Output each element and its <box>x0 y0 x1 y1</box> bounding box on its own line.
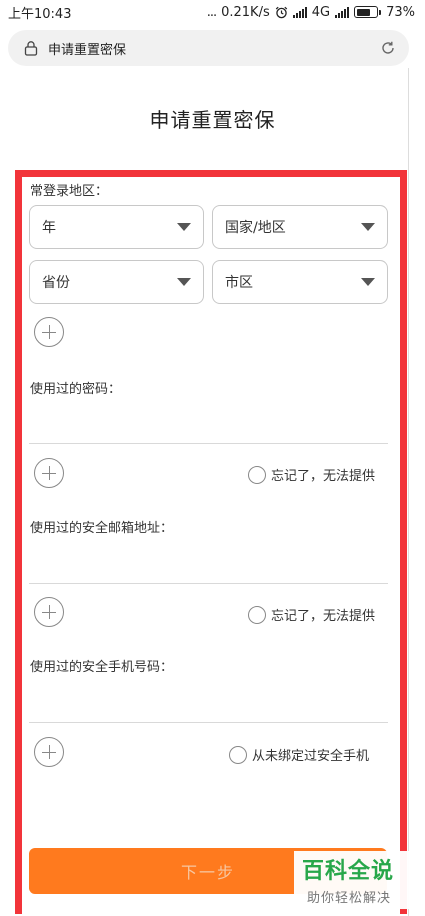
country-select-value: 国家/地区 <box>225 220 286 236</box>
radio-button[interactable] <box>248 605 266 624</box>
email-forgot-label: 忘记了，无法提供 <box>271 609 376 624</box>
email-input-line[interactable] <box>29 583 388 584</box>
page-title: 申请重置密保 <box>149 108 276 132</box>
radio-button[interactable] <box>229 745 247 764</box>
status-bar: 上午10:43 ... 0.21K/s 4G 73% <box>0 0 425 24</box>
chevron-down-icon <box>361 278 375 286</box>
signal-icon-2 <box>335 6 350 18</box>
chevron-down-icon <box>361 223 375 231</box>
network-speed: 0.21K/s <box>221 4 270 20</box>
region-label: 常登录地区： <box>30 184 109 199</box>
status-indicators: ... 0.21K/s 4G 73% <box>207 5 415 20</box>
status-time: 上午10:43 <box>8 6 72 22</box>
password-forgot-label: 忘记了，无法提供 <box>271 469 376 484</box>
chevron-down-icon <box>177 223 191 231</box>
year-select[interactable]: 年 <box>29 205 204 249</box>
add-region-button[interactable] <box>34 317 64 347</box>
city-select[interactable]: 市区 <box>212 260 388 304</box>
province-select-value: 省份 <box>42 275 70 291</box>
add-password-button[interactable] <box>34 458 64 488</box>
battery-level: 73% <box>386 4 415 20</box>
phone-never-bound-option[interactable]: 从未绑定过安全手机 <box>229 745 369 764</box>
page-edge <box>408 68 409 916</box>
year-select-value: 年 <box>42 220 56 236</box>
alarm-icon <box>275 6 287 18</box>
province-select[interactable]: 省份 <box>29 260 204 304</box>
watermark-subtitle: 助你轻松解决 <box>307 891 392 906</box>
radio-button[interactable] <box>248 465 266 484</box>
battery-icon <box>354 6 382 18</box>
watermark: 百科全说 助你轻松解决 <box>294 851 412 909</box>
watermark-title: 百科全说 <box>302 859 395 884</box>
signal-icon <box>292 6 307 18</box>
phone-label: 使用过的安全手机号码： <box>30 660 174 675</box>
password-label: 使用过的密码： <box>30 382 122 397</box>
lock-icon <box>24 41 38 56</box>
address-text: 申请重置密保 <box>48 42 127 58</box>
add-phone-button[interactable] <box>34 737 64 767</box>
network-type: 4G <box>311 4 331 20</box>
email-label: 使用过的安全邮箱地址： <box>30 521 174 536</box>
phone-input-line[interactable] <box>29 722 388 723</box>
phone-never-bound-label: 从未绑定过安全手机 <box>252 749 370 764</box>
address-bar[interactable]: 申请重置密保 <box>8 30 409 66</box>
chevron-down-icon <box>177 278 191 286</box>
city-select-value: 市区 <box>225 275 253 291</box>
password-forgot-option[interactable]: 忘记了，无法提供 <box>248 465 375 484</box>
email-forgot-option[interactable]: 忘记了，无法提供 <box>248 605 375 624</box>
password-input-line[interactable] <box>29 443 388 444</box>
status-dots: ... <box>206 4 217 20</box>
country-select[interactable]: 国家/地区 <box>212 205 388 249</box>
add-email-button[interactable] <box>34 597 64 627</box>
reload-icon[interactable] <box>379 39 397 57</box>
